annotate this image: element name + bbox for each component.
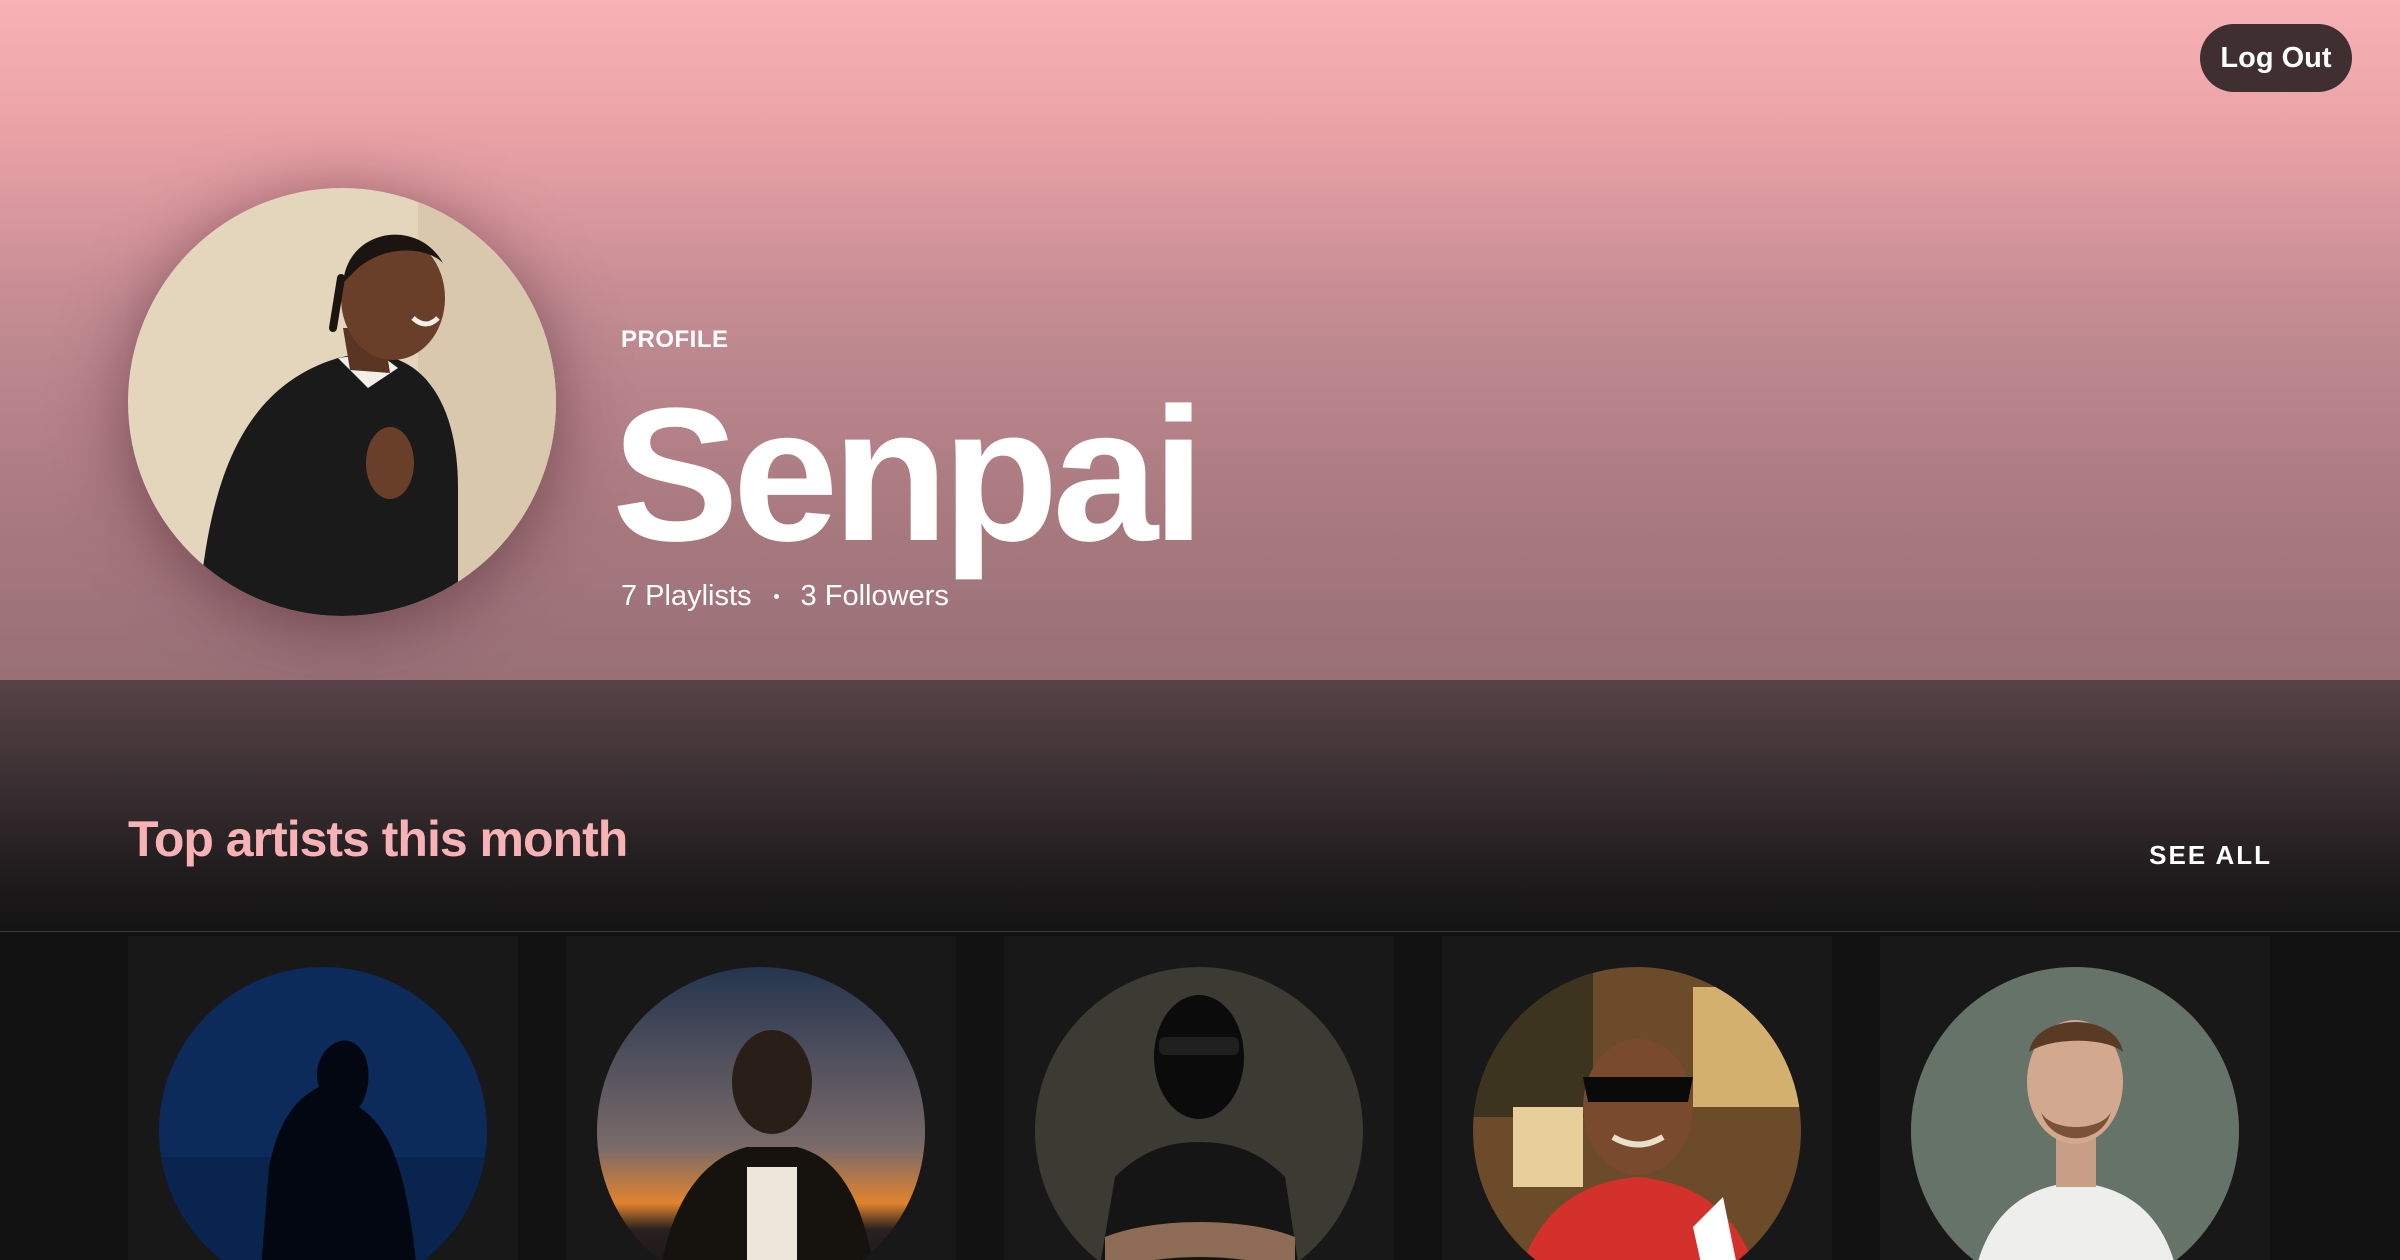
profile-type-label: PROFILE (621, 326, 729, 353)
artist-card[interactable] (566, 936, 956, 1260)
artist-cards-row (128, 936, 2272, 1260)
section-title: Top artists this month (128, 811, 628, 867)
logout-button[interactable]: Log Out (2200, 24, 2352, 92)
artist-image (1911, 967, 2239, 1260)
artist-image (597, 967, 925, 1260)
artist-card[interactable] (1442, 936, 1832, 1260)
artist-image (159, 967, 487, 1260)
profile-hero: Log Out PROFILE Senpai 7 Playlists 3 Fol… (0, 0, 2400, 680)
see-all-link[interactable]: SEE ALL (2149, 840, 2272, 871)
playlists-count[interactable]: 7 Playlists (621, 580, 752, 613)
top-artists-header: Top artists this month SEE ALL (0, 680, 2400, 932)
artist-image (1473, 967, 1801, 1260)
profile-page: Log Out PROFILE Senpai 7 Playlists 3 Fol… (0, 0, 2400, 1260)
artist-image (1035, 967, 1363, 1260)
artist-card[interactable] (1880, 936, 2270, 1260)
followers-count[interactable]: 3 Followers (801, 580, 949, 613)
profile-name: Senpai (612, 369, 1205, 581)
separator-dot (773, 594, 779, 599)
profile-stats: 7 Playlists 3 Followers (621, 580, 949, 613)
profile-avatar-image (128, 188, 556, 616)
artist-card[interactable] (128, 936, 518, 1260)
artist-card[interactable] (1004, 936, 1394, 1260)
profile-avatar (128, 188, 556, 616)
